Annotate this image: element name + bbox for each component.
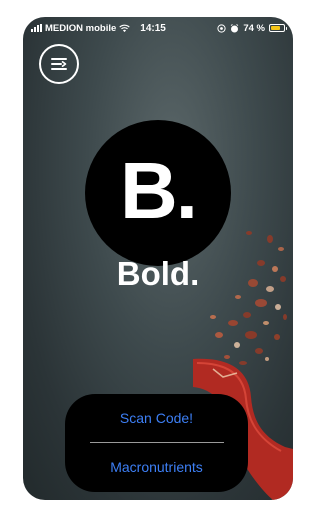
battery-level-fill: [271, 26, 280, 30]
macronutrients-button[interactable]: Macronutrients: [65, 443, 248, 491]
signal-icon: [31, 24, 42, 32]
wifi-icon: [119, 24, 130, 32]
carrier-name: MEDION mobile: [45, 22, 117, 34]
action-sheet: Scan Code! Macronutrients: [65, 394, 248, 492]
menu-button[interactable]: [39, 44, 79, 84]
logo-text: B.: [120, 146, 198, 235]
alarm-icon: [231, 23, 239, 32]
battery-icon: [269, 24, 287, 32]
status-time: 14:15: [140, 22, 166, 34]
brand-name: Bold.: [116, 255, 200, 292]
menu-icon: [51, 58, 67, 70]
scan-code-button[interactable]: Scan Code!: [65, 394, 248, 442]
battery-percentage: 74 %: [243, 22, 265, 34]
status-bar: MEDION mobile 14:15 74 %: [23, 17, 293, 39]
brand-logo: B.: [85, 120, 231, 266]
app-screen: MEDION mobile 14:15 74 % B. Bold. Scan C…: [23, 17, 293, 500]
location-icon: [217, 23, 226, 33]
